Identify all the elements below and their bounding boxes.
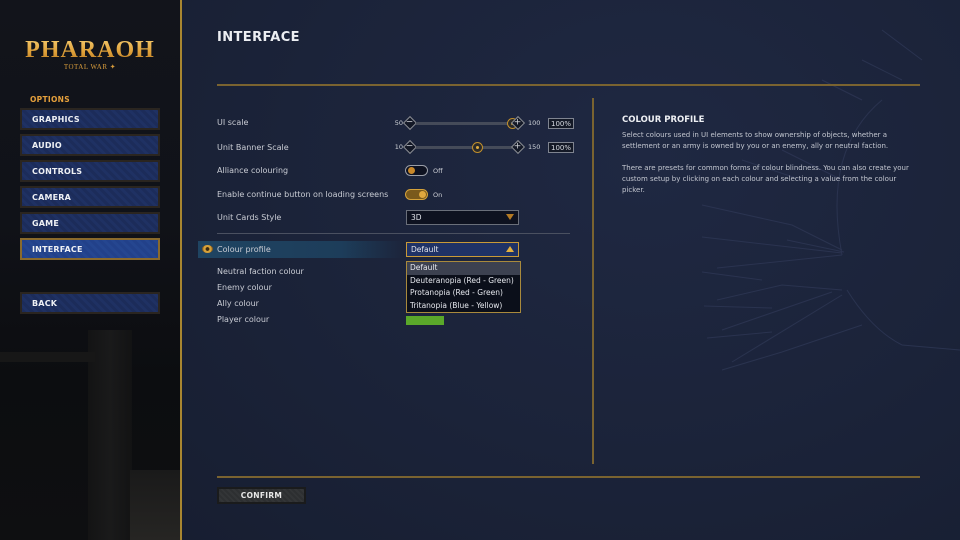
ui-scale-slider: 50 − + 100 100% xyxy=(389,115,575,131)
unit-cards-style-label: Unit Cards Style xyxy=(217,213,282,222)
sidebar: PHARAOH TOTAL WAR ✦ OPTIONS GRAPHICS AUD… xyxy=(0,0,180,540)
nav-audio-button[interactable]: AUDIO xyxy=(20,134,160,156)
info-paragraph: Select colours used in UI elements to sh… xyxy=(622,131,889,150)
info-title: COLOUR PROFILE xyxy=(622,115,705,125)
continue-button-label: Enable continue button on loading screen… xyxy=(217,190,389,199)
colour-profile-value: Default xyxy=(411,245,439,254)
ui-scale-decrease-button[interactable]: − xyxy=(402,115,418,131)
plus-icon: + xyxy=(514,141,522,152)
chevron-up-icon xyxy=(506,246,514,252)
player-colour-swatch[interactable] xyxy=(406,316,444,325)
alliance-colouring-label: Alliance colouring xyxy=(217,166,289,175)
colour-profile-label: Colour profile xyxy=(217,245,271,254)
ui-scale-label: UI scale xyxy=(217,118,249,127)
back-button[interactable]: BACK xyxy=(20,292,160,314)
header-divider xyxy=(217,84,920,86)
eye-icon xyxy=(202,245,213,253)
unit-banner-scale-decrease-button[interactable]: − xyxy=(402,139,418,155)
player-colour-label: Player colour xyxy=(217,315,270,324)
chevron-down-icon xyxy=(506,214,514,220)
unit-banner-scale-slider: 10 − + 150 100% xyxy=(389,139,575,155)
colour-profile-dropdown[interactable]: Default xyxy=(406,242,519,257)
nav-interface-button[interactable]: INTERFACE xyxy=(20,238,160,260)
ui-scale-max: 100 xyxy=(528,119,541,127)
game-logo: PHARAOH TOTAL WAR ✦ xyxy=(20,36,160,71)
plus-icon: + xyxy=(514,117,522,128)
unit-cards-style-value: 3D xyxy=(411,213,422,222)
page-title: INTERFACE xyxy=(217,30,300,45)
scarab-icon: ✦ xyxy=(109,63,117,71)
info-panel-divider xyxy=(592,98,594,464)
colour-profile-option-default[interactable]: Default xyxy=(407,262,520,275)
alliance-colouring-toggle[interactable] xyxy=(405,165,428,176)
unit-banner-scale-max: 150 xyxy=(528,143,541,151)
continue-button-state: On xyxy=(433,191,443,199)
toggle-knob xyxy=(419,191,426,198)
logo-title: PHARAOH xyxy=(20,36,160,64)
nav-controls-button[interactable]: CONTROLS xyxy=(20,160,160,182)
minus-icon: − xyxy=(406,117,414,128)
background-ruin xyxy=(130,470,180,540)
ally-colour-label: Ally colour xyxy=(217,299,259,308)
neutral-faction-colour-label: Neutral faction colour xyxy=(217,267,304,276)
colour-profile-option-protanopia[interactable]: Protanopia (Red - Green) xyxy=(407,287,520,300)
colour-profile-options: Default Deuteranopia (Red - Green) Prota… xyxy=(406,261,521,313)
nav-graphics-button[interactable]: GRAPHICS xyxy=(20,108,160,130)
ui-scale-track[interactable] xyxy=(416,117,518,129)
toggle-knob xyxy=(408,167,415,174)
alliance-colouring-state: Off xyxy=(433,167,443,175)
colour-profile-option-deuteranopia[interactable]: Deuteranopia (Red - Green) xyxy=(407,275,520,288)
options-nav: GRAPHICS AUDIO CONTROLS CAMERA GAME INTE… xyxy=(20,108,160,264)
info-paragraph: There are presets for common forms of co… xyxy=(622,164,909,194)
background-beam xyxy=(0,352,95,362)
footer-divider xyxy=(217,476,920,478)
unit-cards-style-dropdown[interactable]: 3D xyxy=(406,210,519,225)
unit-banner-scale-thumb[interactable] xyxy=(471,141,483,153)
confirm-button[interactable]: CONFIRM xyxy=(217,487,306,504)
logo-subtitle: TOTAL WAR ✦ xyxy=(20,63,160,71)
section-separator xyxy=(217,233,570,234)
ui-scale-min: 50 xyxy=(394,119,403,127)
unit-banner-scale-label: Unit Banner Scale xyxy=(217,143,289,152)
colour-profile-option-tritanopia[interactable]: Tritanopia (Blue - Yellow) xyxy=(407,300,520,313)
continue-button-toggle[interactable] xyxy=(405,189,428,200)
minus-icon: − xyxy=(406,141,414,152)
logo-subtitle-text: TOTAL WAR xyxy=(63,63,108,71)
ui-scale-value[interactable]: 100% xyxy=(548,117,575,129)
unit-banner-scale-increase-button[interactable]: + xyxy=(510,139,526,155)
enemy-colour-label: Enemy colour xyxy=(217,283,272,292)
nav-game-button[interactable]: GAME xyxy=(20,212,160,234)
unit-banner-scale-min: 10 xyxy=(394,143,403,151)
options-section-label: OPTIONS xyxy=(30,95,70,104)
unit-banner-scale-track[interactable] xyxy=(416,141,512,153)
info-panel: COLOUR PROFILE Select colours used in UI… xyxy=(622,115,912,207)
main-panel: INTERFACE UI scale 50 − + 100 100% Unit … xyxy=(182,0,960,540)
unit-banner-scale-value[interactable]: 100% xyxy=(548,141,575,153)
nav-camera-button[interactable]: CAMERA xyxy=(20,186,160,208)
